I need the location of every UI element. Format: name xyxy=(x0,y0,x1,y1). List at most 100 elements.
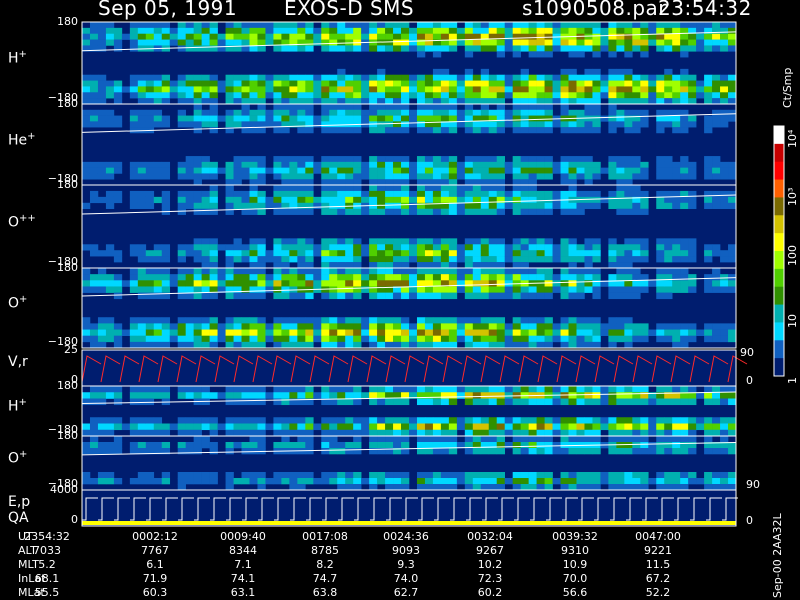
y-tick-top: 25 xyxy=(64,343,78,356)
spectrogram-cell xyxy=(209,185,218,192)
spectrogram-cell xyxy=(177,173,186,180)
spectrogram-cell xyxy=(257,436,266,443)
spectrogram-cell xyxy=(145,329,155,336)
spectrogram-cell xyxy=(624,268,633,275)
spectrogram-cell xyxy=(680,86,689,93)
spectrogram-cell xyxy=(377,429,386,437)
spectrogram-cell xyxy=(161,244,171,251)
spectrogram-cell xyxy=(456,208,466,215)
spectrogram-cell xyxy=(584,429,593,437)
spectrogram-cell xyxy=(129,274,139,281)
spectrogram-cell xyxy=(289,86,298,93)
spectrogram-cell xyxy=(528,335,537,343)
spectrogram-cell xyxy=(568,244,577,251)
spectrogram-cell xyxy=(377,185,386,192)
spectrogram-cell xyxy=(161,98,171,105)
spectrogram-cell xyxy=(640,74,649,81)
spectrogram-cell xyxy=(193,274,202,281)
spectrogram-cell xyxy=(377,167,386,174)
spectrogram-cell xyxy=(704,167,713,174)
colorbar-swatch xyxy=(774,322,784,341)
spectrogram-cell xyxy=(712,286,721,293)
spectrogram-cell xyxy=(273,256,282,263)
spectrogram-cell xyxy=(113,392,123,399)
spectrogram-cell xyxy=(632,398,641,406)
spectrogram-cell xyxy=(424,292,434,300)
spectrogram-cell xyxy=(337,329,346,336)
spectrogram-cell xyxy=(584,436,593,443)
spectrogram-cell xyxy=(321,109,330,116)
spectrogram-cell xyxy=(520,39,529,46)
spectrogram-cell xyxy=(496,256,506,263)
spectrogram-cell xyxy=(624,244,633,251)
spectrogram-cell xyxy=(616,179,625,186)
spectrogram-cell xyxy=(520,274,529,281)
spectrogram-cell xyxy=(377,423,386,431)
spectrogram-cell xyxy=(273,250,282,257)
spectrogram-cell xyxy=(688,436,697,443)
spectrogram-cell xyxy=(321,429,330,437)
spectrogram-cell xyxy=(233,417,242,424)
spectrogram-cell xyxy=(177,386,186,393)
spectrogram-cell xyxy=(385,238,394,245)
spectrogram-cell xyxy=(329,423,338,431)
spectrogram-cell xyxy=(369,256,378,263)
spectrogram-cell xyxy=(480,86,490,93)
spectrogram-cell xyxy=(488,423,498,431)
spectrogram-cell xyxy=(105,386,115,393)
spectrogram-cell xyxy=(273,392,282,399)
spectrogram-cell xyxy=(480,45,490,52)
spectrogram-cell xyxy=(464,386,474,393)
spectrogram-cell xyxy=(353,238,362,245)
spectrogram-cell xyxy=(113,256,123,263)
spectrogram-cell xyxy=(105,335,115,343)
spectrogram-cell xyxy=(305,323,314,330)
spectrogram-cell xyxy=(313,98,322,105)
spectrogram-cell xyxy=(432,45,442,52)
spectrogram-cell xyxy=(496,104,506,111)
spectrogram-cell xyxy=(464,156,474,163)
spectrogram-cell xyxy=(608,398,617,406)
spectrogram-cell xyxy=(592,256,601,263)
spectrogram-cell xyxy=(624,185,633,192)
spectrogram-cell xyxy=(241,423,250,431)
spectrogram-cell xyxy=(528,22,537,29)
spectrogram-cell xyxy=(456,115,466,122)
spectrogram-cell xyxy=(432,22,442,29)
spectrogram-cell xyxy=(528,39,537,46)
spectrogram-cell xyxy=(560,27,569,35)
spectrogram-cell xyxy=(680,196,689,204)
spectrogram-cell xyxy=(393,45,402,52)
spectrogram-cell xyxy=(313,80,322,87)
spectrogram-cell xyxy=(528,74,537,81)
spectrogram-cell xyxy=(209,392,218,399)
spectrogram-cell xyxy=(105,392,115,399)
spectrogram-cell xyxy=(161,250,171,257)
spectrogram-cell xyxy=(632,121,641,128)
table-cell: 8.2 xyxy=(316,558,334,571)
spectrogram-cell xyxy=(209,442,218,449)
spectrogram-cell xyxy=(712,27,721,35)
spectrogram-cell xyxy=(480,335,490,343)
spectrogram-cell xyxy=(600,80,609,87)
spectrogram-cell xyxy=(632,274,641,281)
spectrogram-cell xyxy=(584,286,593,293)
spectrogram-cell xyxy=(528,185,537,192)
spectrogram-cell xyxy=(401,280,410,287)
spectrogram-cell xyxy=(416,51,426,58)
spectrogram-cell xyxy=(424,74,434,81)
spectrogram-cell xyxy=(233,22,242,29)
spectrogram-cell xyxy=(185,429,194,437)
spectrogram-cell xyxy=(712,335,721,343)
spectrogram-cell xyxy=(209,268,218,275)
spectrogram-cell xyxy=(536,22,545,29)
spectrogram-cell xyxy=(504,341,513,349)
spectrogram-cell xyxy=(416,423,426,431)
spectrogram-cell xyxy=(385,329,394,336)
spectrogram-cell xyxy=(105,286,115,293)
spectrogram-cell xyxy=(225,448,234,455)
spectrogram-cell xyxy=(185,386,194,393)
spectrogram-cell xyxy=(592,286,601,293)
spectrogram-cell xyxy=(600,423,609,431)
spectrogram-cell xyxy=(472,262,482,269)
